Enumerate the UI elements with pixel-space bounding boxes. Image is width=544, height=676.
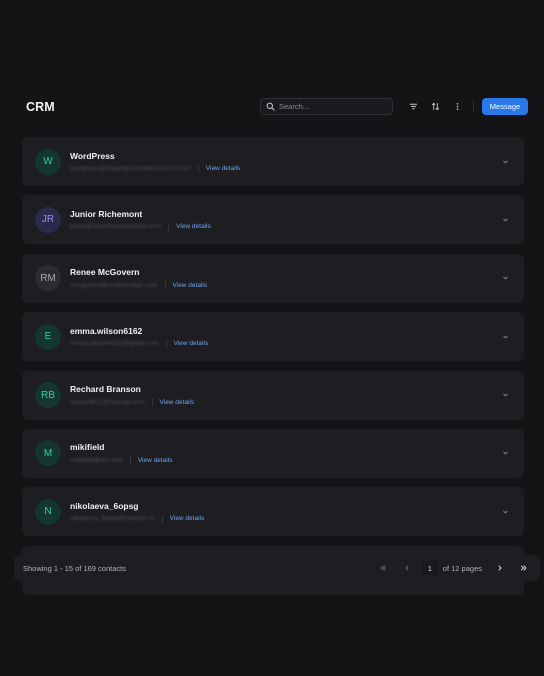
contact-info: Rechard Branson rechard612@hotmail.com V…: [70, 384, 195, 407]
contact-name: nikolaeva_6opsg: [70, 500, 139, 511]
contact-name: WordPress: [70, 150, 115, 161]
previous-page-button[interactable]: [400, 561, 414, 575]
chevron-down-icon[interactable]: [502, 333, 509, 340]
contact-meta: wordpress@staging.woodlandsranch.com Vie…: [70, 164, 241, 173]
last-page-button[interactable]: [517, 561, 531, 575]
view-details-link[interactable]: View details: [138, 457, 173, 464]
contact-meta: emma.wilson6162@gmail.com View details: [70, 339, 209, 348]
chevron-down-icon[interactable]: [502, 158, 509, 165]
contact-meta: rechard612@hotmail.com View details: [70, 398, 195, 407]
contact-card[interactable]: RM Renee McGovern rmcgovern@southernagri…: [22, 253, 524, 303]
contact-name: Renee McGovern: [70, 267, 140, 278]
contact-email: junior@smartfunyleadsfast.com: [70, 223, 162, 231]
contact-card[interactable]: M mikifield mikifield@aol.com View detai…: [22, 428, 524, 478]
avatar: W: [35, 148, 61, 175]
contact-info: mikifield mikifield@aol.com View details: [70, 442, 173, 465]
chevron-left-icon: [405, 565, 409, 571]
contact-name: emma.wilson6162: [70, 325, 143, 336]
avatar: RM: [35, 265, 61, 292]
page-count: of 12 pages: [442, 563, 482, 573]
sort-button[interactable]: [427, 99, 443, 115]
view-details-link[interactable]: View details: [176, 223, 211, 230]
avatar: M: [35, 440, 61, 467]
contact-info: nikolaeva_6opsg nikolaeva_6opsg@rambler.…: [70, 501, 204, 523]
meta-divider: [164, 281, 166, 290]
contact-list: W WordPress wordpress@staging.woodlandsr…: [22, 137, 524, 595]
meta-divider: [165, 339, 167, 348]
contact-email: wordpress@staging.woodlandsranch.com: [70, 165, 191, 172]
first-page-button[interactable]: [376, 561, 390, 575]
contact-info: Renee McGovern rmcgovern@southernagri.co…: [70, 267, 208, 290]
contact-name: Rechard Branson: [70, 384, 141, 395]
contact-email: rechard612@hotmail.com: [70, 398, 145, 406]
avatar: N: [35, 498, 61, 525]
view-details-link[interactable]: View details: [160, 399, 195, 406]
chevron-down-icon[interactable]: [502, 392, 509, 399]
chevrons-right-icon: [521, 565, 527, 571]
header-bar: CRM Search... Message: [26, 97, 528, 116]
crm-page: CRM Search... Message W WordPress wordpr…: [0, 0, 544, 676]
contact-card[interactable]: N nikolaeva_6opsg nikolaeva_6opsg@ramble…: [22, 487, 524, 537]
contact-email: rmcgovern@southernagri.com: [70, 281, 158, 289]
contact-card[interactable]: E emma.wilson6162 emma.wilson6162@gmail.…: [22, 312, 524, 362]
sort-icon: [431, 102, 439, 111]
next-page-button[interactable]: [493, 561, 507, 575]
meta-divider: [129, 456, 131, 465]
search-placeholder: Search...: [279, 102, 310, 111]
chevrons-left-icon: [380, 565, 386, 571]
filter-button[interactable]: [405, 99, 421, 115]
chevron-down-icon[interactable]: [502, 216, 509, 223]
more-options-button[interactable]: [449, 99, 465, 115]
chevron-down-icon[interactable]: [502, 275, 509, 282]
contact-card[interactable]: W WordPress wordpress@staging.woodlandsr…: [22, 137, 524, 186]
contact-info: WordPress wordpress@staging.woodlandsran…: [70, 151, 240, 173]
contact-meta: mikifield@aol.com View details: [70, 456, 173, 465]
contact-name: Junior Richemont: [70, 208, 143, 219]
view-details-link[interactable]: View details: [174, 340, 209, 347]
search-input[interactable]: Search...: [260, 98, 393, 115]
meta-divider: [197, 164, 199, 173]
avatar: RB: [35, 382, 61, 409]
contact-info: Junior Richemont junior@smartfunyleadsfa…: [70, 209, 211, 231]
view-details-link[interactable]: View details: [173, 282, 208, 289]
contact-email: nikolaeva_6opsg@rambler.ru: [70, 515, 155, 523]
contact-name: mikifield: [70, 442, 105, 453]
message-button[interactable]: Message: [482, 98, 528, 115]
contact-email: mikifield@aol.com: [70, 456, 123, 464]
contact-meta: nikolaeva_6opsg@rambler.ru View details: [70, 514, 205, 523]
chevron-down-icon[interactable]: [502, 508, 509, 515]
avatar: E: [35, 323, 61, 350]
contact-meta: junior@smartfunyleadsfast.com View detai…: [70, 222, 211, 231]
avatar: JR: [35, 206, 61, 233]
contact-meta: rmcgovern@southernagri.com View details: [70, 281, 208, 290]
page-title: CRM: [26, 99, 55, 114]
page-number-input[interactable]: 1: [421, 561, 438, 575]
contact-card[interactable]: JR Junior Richemont junior@smartfunylead…: [22, 195, 524, 245]
pagination-bar: Showing 1 - 15 of 169 contacts 1 of 12 p…: [14, 555, 540, 581]
filter-icon: [409, 103, 417, 110]
meta-divider: [161, 514, 163, 523]
chevron-down-icon[interactable]: [502, 450, 509, 457]
view-details-link[interactable]: View details: [206, 165, 241, 172]
meta-divider: [168, 222, 170, 231]
search-icon: [266, 102, 275, 111]
toolbar-divider: [473, 100, 474, 113]
view-details-link[interactable]: View details: [170, 515, 205, 522]
contact-email: emma.wilson6162@gmail.com: [70, 340, 159, 348]
contact-info: emma.wilson6162 emma.wilson6162@gmail.co…: [70, 326, 208, 348]
more-vertical-icon: [456, 102, 458, 111]
chevron-right-icon: [498, 565, 502, 571]
meta-divider: [151, 398, 153, 407]
pagination-summary: Showing 1 - 15 of 169 contacts: [23, 563, 126, 573]
contact-card[interactable]: RB Rechard Branson rechard612@hotmail.co…: [22, 370, 524, 420]
